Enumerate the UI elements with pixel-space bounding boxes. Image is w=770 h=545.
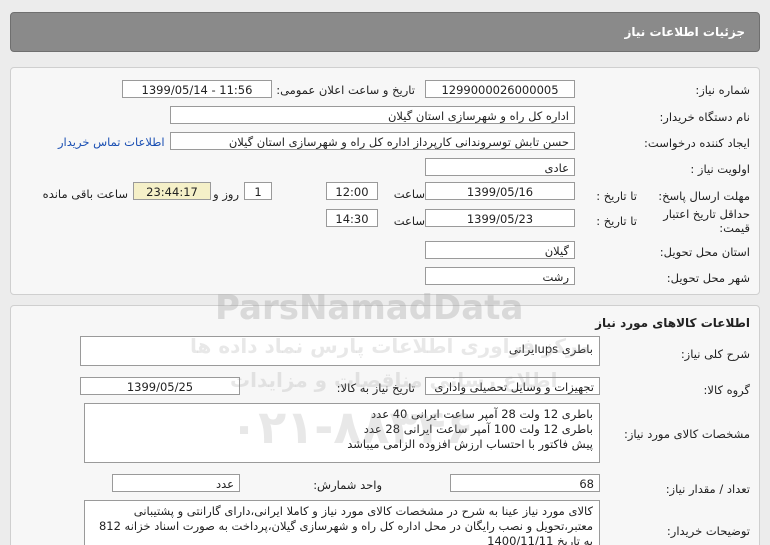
spec-line: باطری 12 ولت 28 آمپر ساعت ایرانی 40 عدد xyxy=(371,407,593,421)
spec-label: مشخصات کالای مورد نیاز: xyxy=(623,427,750,441)
desc-field: باطری upsایرانی xyxy=(80,336,600,366)
need-date-field: 1399/05/25 xyxy=(80,377,240,395)
priority-label: اولویت نیاز : xyxy=(690,162,750,176)
buyer-label: نام دستگاه خریدار: xyxy=(659,110,750,124)
need-number-label: شماره نیاز: xyxy=(695,83,750,97)
validity-time-label: ساعت xyxy=(393,214,425,228)
deadline-label: مهلت ارسال پاسخ: xyxy=(658,189,750,203)
buyer-contact-link[interactable]: اطلاعات تماس خریدار xyxy=(58,135,165,149)
validity-to-date-label: تا تاریخ : xyxy=(596,214,637,228)
validity-date-field: 1399/05/23 xyxy=(425,209,575,227)
spec-line: پیش فاکتور با احتساب ارزش افزوده الزامی … xyxy=(347,437,593,451)
creator-field: حسن تابش توسروندانی کارپرداز اداره کل را… xyxy=(170,132,575,150)
group-field: تجهیزات و وسایل تحصیلی واداری xyxy=(425,377,600,395)
unit-field: عدد xyxy=(112,474,240,492)
days-label: روز و xyxy=(213,187,239,201)
group-label: گروه کالا: xyxy=(703,383,750,397)
deadline-date-field: 1399/05/16 xyxy=(425,182,575,200)
buyer-notes-line: کالای مورد نیاز عینا به شرح در مشخصات کا… xyxy=(133,504,593,518)
qty-label: تعداد / مقدار نیاز: xyxy=(665,482,750,496)
creator-label: ایجاد کننده درخواست: xyxy=(644,136,750,150)
validity-time-field: 14:30 xyxy=(326,209,378,227)
city-field: رشت xyxy=(425,267,575,285)
deadline-time-field: 12:00 xyxy=(326,182,378,200)
deadline-to-date-label: تا تاریخ : xyxy=(596,189,637,203)
spec-field: باطری 12 ولت 28 آمپر ساعت ایرانی 40 عدد … xyxy=(84,403,600,463)
desc-label: شرح کلی نیاز: xyxy=(680,347,750,361)
page-header: جزئیات اطلاعات نیاز xyxy=(10,12,760,52)
announce-label: تاریخ و ساعت اعلان عمومی: xyxy=(276,83,415,97)
need-date-label: تاریخ نیاز به کالا: xyxy=(336,381,415,395)
need-number-field: 1299000026000005 xyxy=(425,80,575,98)
goods-section-title: اطلاعات کالاهای مورد نیاز xyxy=(595,316,750,330)
remaining-time-field: 23:44:17 xyxy=(133,182,211,200)
announce-field: 1399/05/14 - 11:56 xyxy=(122,80,272,98)
validity-label: حداقل تاریخ اعتبار قیمت: xyxy=(663,207,750,235)
days-field: 1 xyxy=(244,182,272,200)
need-info-panel xyxy=(10,67,760,295)
remaining-label: ساعت باقی مانده xyxy=(42,187,128,201)
unit-label: واحد شمارش: xyxy=(313,478,382,492)
buyer-notes-line: به تاریخ 1400/11/11 xyxy=(487,534,593,545)
province-field: گیلان xyxy=(425,241,575,259)
priority-field: عادی xyxy=(425,158,575,176)
buyer-notes-label: توضیحات خریدار: xyxy=(666,524,750,538)
buyer-notes-field: کالای مورد نیاز عینا به شرح در مشخصات کا… xyxy=(84,500,600,545)
deadline-time-label: ساعت xyxy=(393,187,425,201)
buyer-notes-line: معتبر،تحویل و نصب رایگان در محل اداره کل… xyxy=(98,519,593,533)
spec-line: باطری 12 ولت 100 آمپر ساعت ایرانی 28 عدد xyxy=(363,422,593,436)
buyer-field: اداره کل راه و شهرسازی استان گیلان xyxy=(170,106,575,124)
province-label: استان محل تحویل: xyxy=(659,245,750,259)
city-label: شهر محل تحویل: xyxy=(666,271,750,285)
page-title: جزئیات اطلاعات نیاز xyxy=(624,25,745,39)
qty-field: 68 xyxy=(450,474,600,492)
